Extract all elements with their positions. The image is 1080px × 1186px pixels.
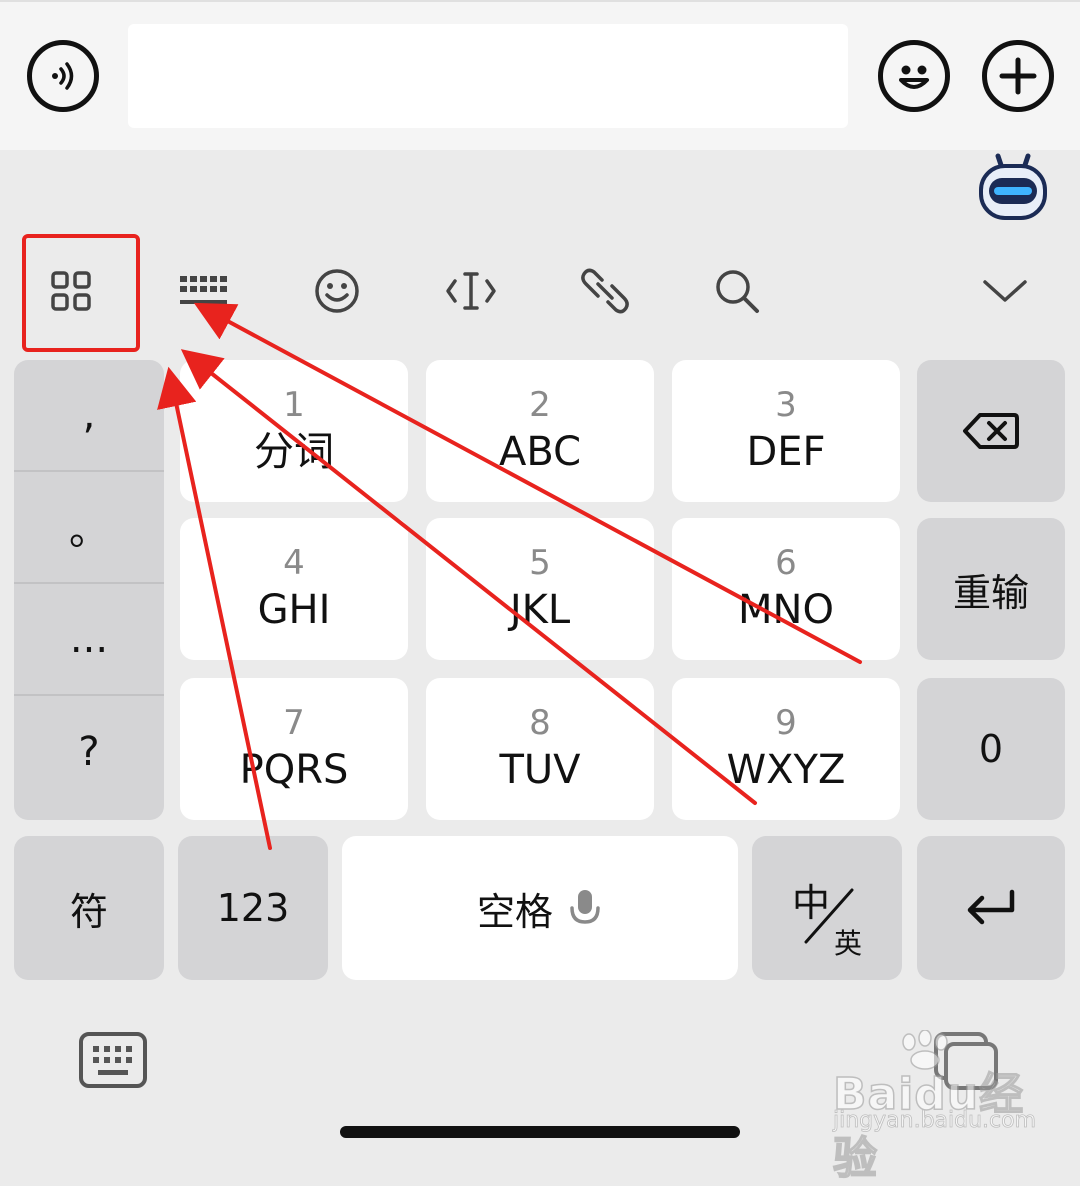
- voice-input-button[interactable]: [27, 40, 99, 112]
- keyboard-switch-icon: [79, 1032, 147, 1088]
- key-number: 5: [529, 543, 551, 583]
- emoji-icon: [315, 269, 359, 313]
- plus-icon: [999, 57, 1037, 95]
- retype-key[interactable]: 重输: [917, 518, 1065, 660]
- punct-period-key[interactable]: 。: [14, 472, 164, 584]
- key-letters: 分词: [254, 429, 334, 475]
- search-icon: [716, 270, 759, 313]
- key-letters: ABC: [498, 429, 582, 475]
- space-label: 空格: [476, 889, 553, 934]
- toolbar-emoji-button[interactable]: [302, 256, 372, 326]
- microphone-icon: [570, 890, 600, 924]
- emoji-button[interactable]: [878, 40, 950, 112]
- retype-label: 重输: [952, 570, 1029, 615]
- key-2[interactable]: 2 ABC: [426, 360, 654, 502]
- collapse-chevron-icon: [983, 280, 1027, 302]
- punct-question-key[interactable]: ?: [14, 696, 164, 808]
- space-key[interactable]: 空格: [342, 836, 738, 980]
- toolbar-apps-button[interactable]: [36, 256, 106, 326]
- key-number: 4: [283, 543, 305, 583]
- collapse-keyboard-button[interactable]: [970, 256, 1040, 326]
- key-number: 3: [775, 385, 797, 425]
- toolbar-search-button[interactable]: [702, 256, 772, 326]
- key-number: 9: [775, 703, 797, 743]
- key-letters: TUV: [499, 747, 581, 793]
- symbols-key[interactable]: 符: [14, 836, 164, 980]
- language-switch-key[interactable]: 中 英: [752, 836, 902, 980]
- zero-key[interactable]: 0: [917, 678, 1065, 820]
- cursor-edit-icon: [446, 272, 496, 310]
- enter-key[interactable]: [917, 836, 1065, 980]
- lang-english-label: 英: [834, 927, 863, 960]
- key-8[interactable]: 8 TUV: [426, 678, 654, 820]
- voice-wave-icon: [52, 62, 74, 90]
- key-7[interactable]: 7 PQRS: [180, 678, 408, 820]
- key-letters: GHI: [257, 587, 331, 633]
- key-letters: WXYZ: [726, 747, 846, 793]
- key-1[interactable]: 1 分词: [180, 360, 408, 502]
- key-number: 7: [283, 703, 305, 743]
- zero-label: 0: [978, 727, 1004, 771]
- smiley-face-icon: [899, 65, 929, 89]
- key-number: 1: [283, 385, 305, 425]
- delete-key[interactable]: [917, 360, 1065, 502]
- link-clipboard-icon: [581, 268, 629, 314]
- add-button[interactable]: [982, 40, 1054, 112]
- backspace-icon: [963, 413, 1019, 449]
- key-4[interactable]: 4 GHI: [180, 518, 408, 660]
- key-9[interactable]: 9 WXYZ: [672, 678, 900, 820]
- key-number: 8: [529, 703, 551, 743]
- watermark: Baidu经验 jingyan.baidu.com: [825, 1030, 1055, 1185]
- toolbar-clipboard-button[interactable]: [570, 256, 640, 326]
- enter-return-icon: [967, 889, 1015, 925]
- keyboard-switch-button[interactable]: [78, 1030, 148, 1090]
- punctuation-column: , 。 ... ?: [14, 360, 164, 820]
- key-letters: PQRS: [239, 747, 349, 793]
- key-5[interactable]: 5 JKL: [426, 518, 654, 660]
- key-6[interactable]: 6 MNO: [672, 518, 900, 660]
- key-letters: JKL: [509, 587, 571, 633]
- toolbar-keyboard-button[interactable]: [168, 256, 238, 326]
- key-letters: MNO: [738, 587, 834, 633]
- keyboard-layout-icon: [180, 276, 227, 304]
- assistant-button[interactable]: [976, 152, 1050, 222]
- toolbar-cursor-button[interactable]: [436, 256, 506, 326]
- numbers-key[interactable]: 123: [178, 836, 328, 980]
- key-3[interactable]: 3 DEF: [672, 360, 900, 502]
- key-number: 2: [529, 385, 551, 425]
- home-indicator: [340, 1126, 740, 1138]
- numbers-label: 123: [216, 886, 290, 930]
- key-letters: DEF: [746, 429, 826, 475]
- robot-assistant-icon: [979, 153, 1047, 220]
- grid-apps-icon: [51, 271, 91, 311]
- key-number: 6: [775, 543, 797, 583]
- punct-comma-key[interactable]: ,: [14, 360, 164, 472]
- message-input[interactable]: [128, 24, 848, 128]
- punct-ellipsis-key[interactable]: ...: [14, 584, 164, 696]
- watermark-sub: jingyan.baidu.com: [833, 1108, 1037, 1134]
- symbols-label: 符: [69, 889, 108, 934]
